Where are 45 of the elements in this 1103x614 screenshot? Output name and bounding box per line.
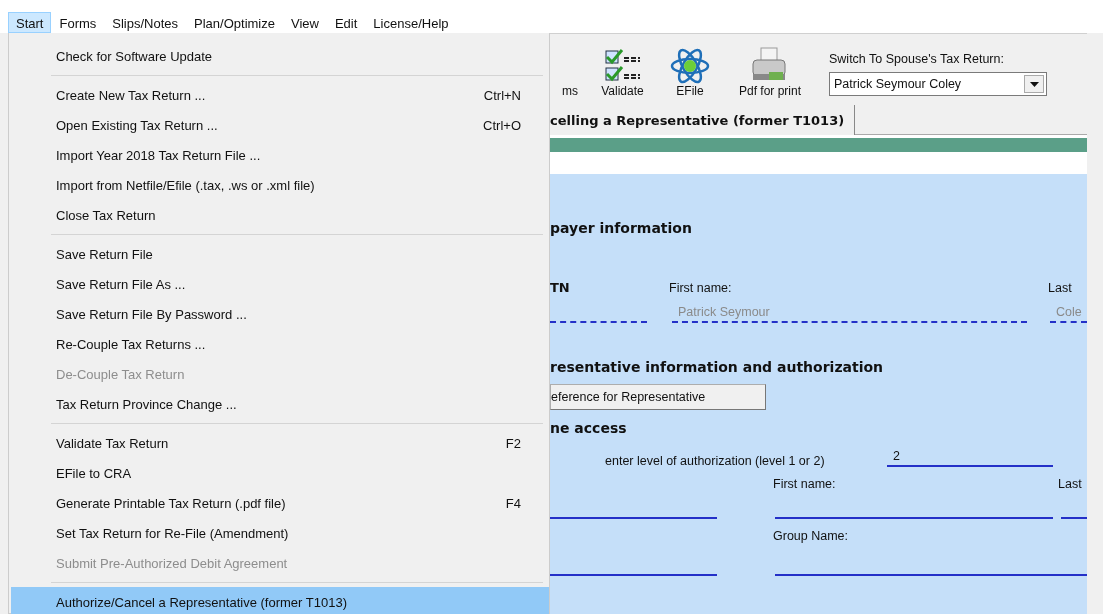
menu-bar-item[interactable]: Plan/Optimize bbox=[186, 12, 283, 33]
menu-item[interactable]: Set Tax Return for Re-File (Amendment) bbox=[11, 518, 549, 548]
section-heading: resentative information and authorization bbox=[550, 358, 885, 376]
menu-item[interactable]: EFile to CRA bbox=[11, 458, 549, 488]
menu-item[interactable]: Close Tax Return bbox=[11, 200, 549, 230]
form-tab[interactable]: celling a Representative (former T1013) bbox=[550, 105, 856, 135]
menu-item[interactable]: Create New Tax Return ... Ctrl+N bbox=[11, 80, 549, 110]
spouse-switch-label: Switch To Spouse's Tax Return: bbox=[829, 52, 1005, 66]
field-label: Group Name: bbox=[773, 528, 849, 544]
toolbar-button-label[interactable]: Pdf for print bbox=[739, 84, 801, 98]
field-label: First name: bbox=[773, 476, 836, 492]
menu-bar-item[interactable]: License/Help bbox=[365, 12, 457, 33]
menu-item[interactable]: Import Year 2018 Tax Return File ... bbox=[11, 140, 549, 170]
field-label: enter level of authorization (level 1 or 2) bbox=[605, 453, 825, 469]
field-label: TN bbox=[550, 280, 570, 296]
section-heading: ne access bbox=[550, 419, 628, 437]
menu-item[interactable]: Check for Software Update bbox=[11, 41, 549, 71]
menu-item[interactable]: Import from Netfile/Efile (.tax, .ws or .xml file) bbox=[11, 170, 549, 200]
menu-bar-item[interactable]: Start bbox=[8, 12, 52, 33]
menu-item[interactable]: Validate Tax Return F2 bbox=[11, 428, 549, 458]
field-label: Last bbox=[1048, 280, 1072, 296]
toolbar-button-label[interactable]: Validate bbox=[601, 84, 644, 98]
reference-button[interactable]: eference for Representative bbox=[550, 384, 766, 410]
caret-icon bbox=[1029, 81, 1039, 87]
menu-item[interactable]: Save Return File bbox=[11, 239, 549, 269]
field-label: Last bbox=[1058, 476, 1082, 492]
menu-item[interactable]: Generate Printable Tax Return (.pdf file) F4 bbox=[11, 488, 549, 518]
menu-item[interactable]: Tax Return Province Change ... bbox=[11, 389, 549, 419]
menu-item[interactable]: Re-Couple Tax Returns ... bbox=[11, 329, 549, 359]
menu-item[interactable]: Save Return File By Password ... bbox=[11, 299, 549, 329]
toolbar-button-label[interactable]: ms bbox=[562, 84, 578, 98]
menu-bar-item[interactable]: Edit bbox=[326, 12, 366, 33]
menu-item[interactable]: Save Return File As ... bbox=[11, 269, 549, 299]
menu-bar-item[interactable]: View bbox=[283, 12, 327, 33]
input-field[interactable]: 2 bbox=[887, 445, 1053, 467]
field-label: First name: bbox=[669, 280, 732, 296]
menu-bar-item[interactable]: Slips/Notes bbox=[104, 12, 187, 33]
section-heading: payer information bbox=[550, 219, 693, 237]
atom-icon bbox=[670, 48, 710, 84]
checklist-icon bbox=[602, 48, 643, 84]
menu-bar-item[interactable]: Forms bbox=[51, 12, 105, 33]
menu-item[interactable]: Open Existing Tax Return ... Ctrl+O bbox=[11, 110, 549, 140]
spouse-dropdown[interactable]: Patrick Seymour Coley bbox=[829, 72, 1047, 96]
menu-item[interactable]: Authorize/Cancel a Representative (former T1013) bbox=[11, 587, 549, 614]
toolbar-button-label[interactable]: EFile bbox=[676, 84, 704, 98]
